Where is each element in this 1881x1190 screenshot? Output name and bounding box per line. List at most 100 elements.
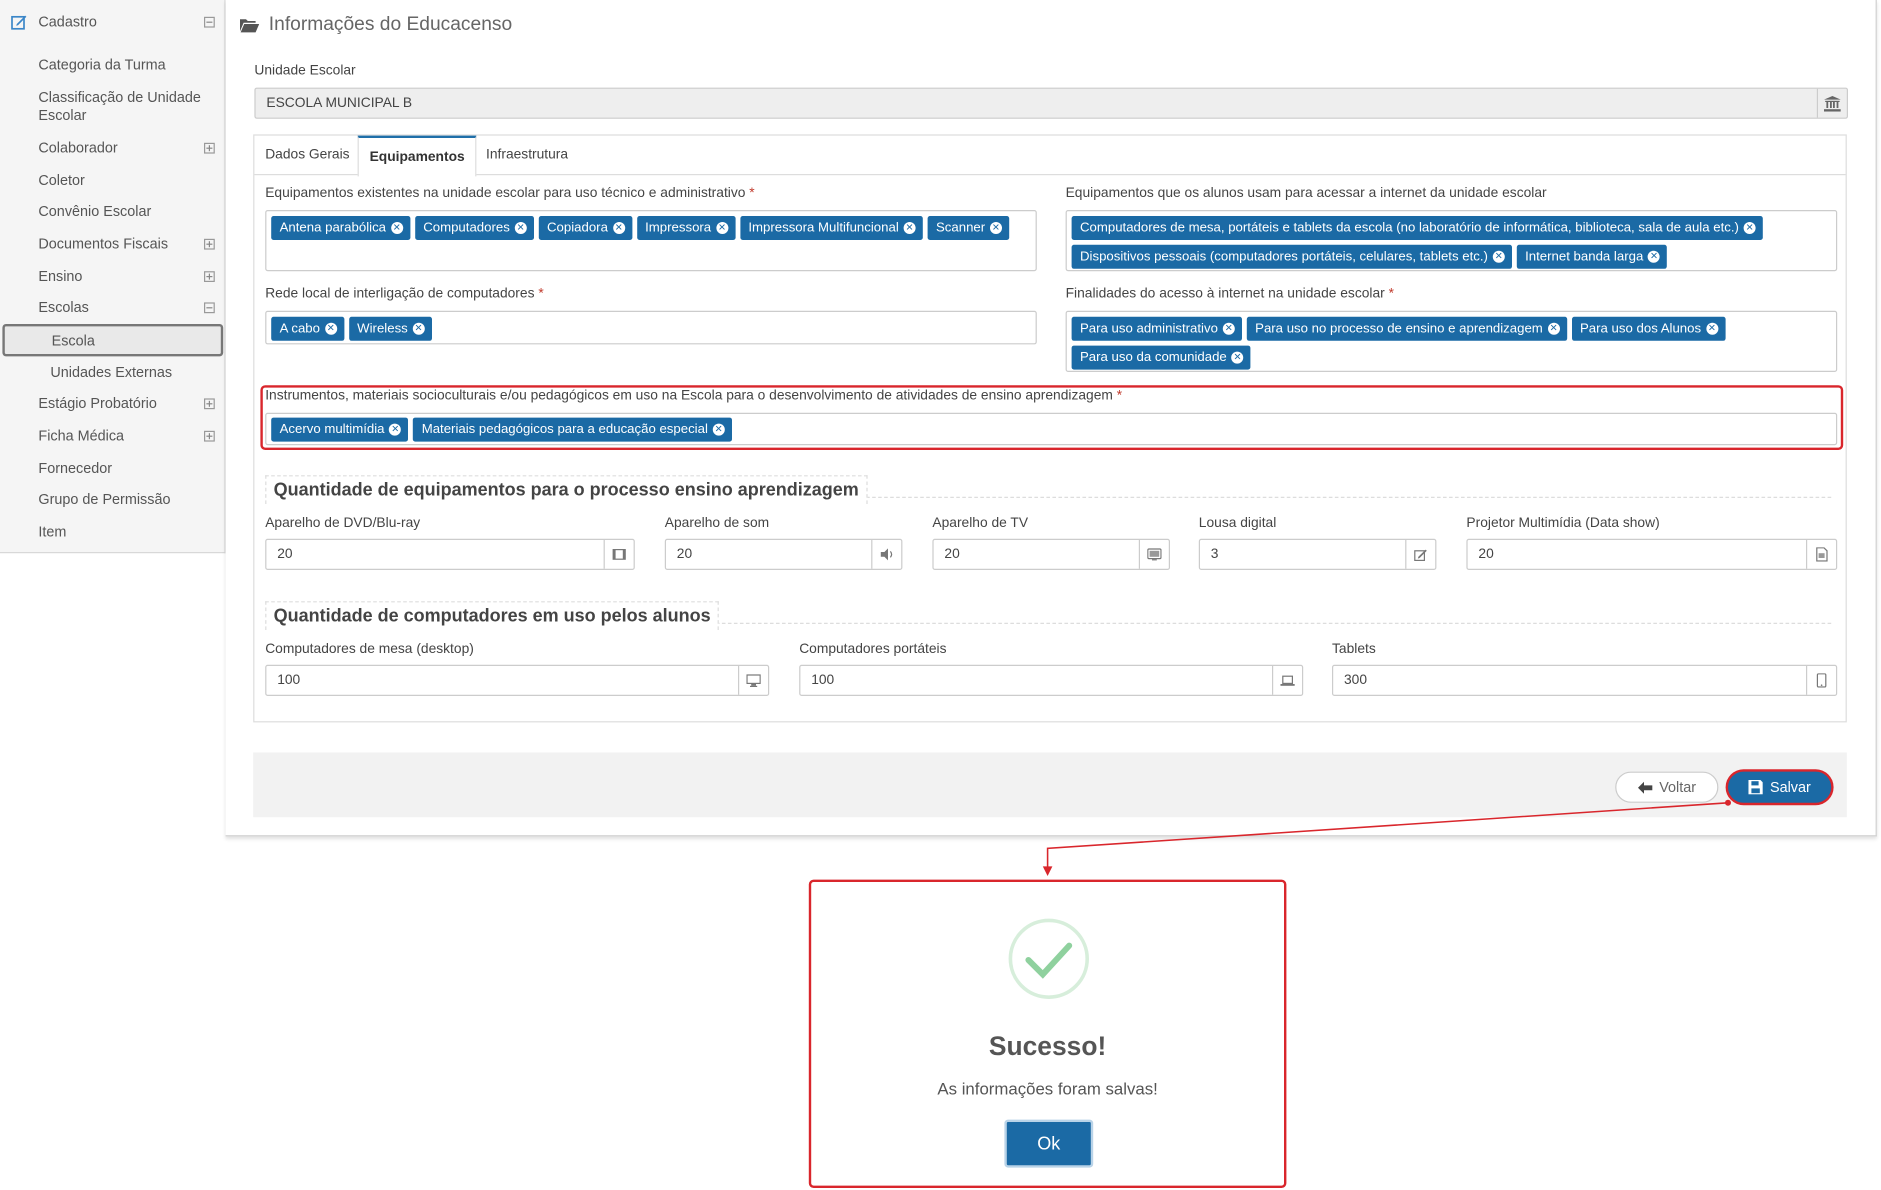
remove-tag-icon[interactable]: ✕	[612, 222, 625, 235]
collapse-icon[interactable]	[204, 16, 215, 28]
desktop-icon	[738, 666, 768, 695]
finalidades-select[interactable]: Para uso administrativo ✕ Para uso no proc…	[1065, 310, 1838, 372]
voltar-button[interactable]: Voltar	[1615, 771, 1719, 803]
selected-tag: Scanner ✕	[927, 216, 1010, 241]
quantity-field-label: Computadores portáteis	[799, 642, 947, 657]
tag-label: Scanner	[935, 220, 986, 236]
quantity-input[interactable]: 20	[932, 538, 1170, 570]
equip-alunos-tags: Computadores de mesa, portáteis e tablet…	[1071, 216, 1832, 269]
quantity-input[interactable]: 20	[1466, 538, 1838, 570]
quantity-value: 20	[944, 547, 960, 562]
sidebar: Cadastro Categoria da Turma Classificaçã…	[0, 0, 226, 554]
remove-tag-icon[interactable]: ✕	[903, 222, 916, 235]
remove-tag-icon[interactable]: ✕	[390, 222, 403, 235]
rede-local-select[interactable]: A cabo ✕ Wireless ✕	[265, 310, 1037, 345]
expand-icon[interactable]	[204, 430, 215, 442]
remove-tag-icon[interactable]: ✕	[1705, 322, 1718, 335]
tag-label: Computadores de mesa, portáteis e tablet…	[1080, 220, 1739, 236]
sidebar-header-cadastro[interactable]: Cadastro	[0, 5, 224, 39]
selected-tag: Acervo multimídia ✕	[271, 417, 409, 442]
tab-equipamentos[interactable]: Equipamentos	[357, 135, 477, 177]
quantity-field-label: Tablets	[1332, 642, 1376, 657]
quantity-field-label: Computadores de mesa (desktop)	[265, 642, 474, 657]
tag-label: Antena parabólica	[279, 220, 387, 236]
volume-icon	[871, 540, 901, 569]
sidebar-header-label: Cadastro	[38, 13, 97, 31]
remove-tag-icon[interactable]: ✕	[1492, 250, 1505, 263]
remove-tag-icon[interactable]: ✕	[514, 222, 527, 235]
equip-admin-tags: Antena parabólica ✕ Computadores ✕ Copiadora…	[271, 216, 1031, 241]
remove-tag-icon[interactable]: ✕	[389, 423, 402, 436]
expand-icon[interactable]	[204, 271, 215, 282]
remove-tag-icon[interactable]: ✕	[1743, 222, 1756, 235]
edit-icon	[11, 15, 27, 30]
equip-alunos-select[interactable]: Computadores de mesa, portáteis e tablet…	[1065, 210, 1838, 272]
tablet-icon	[1806, 666, 1836, 695]
remove-tag-icon[interactable]: ✕	[712, 423, 725, 436]
selected-tag: Para uso da comunidade ✕	[1071, 345, 1251, 370]
sidebar-item-escola[interactable]: Escola	[2, 324, 224, 357]
tab-infraestrutura[interactable]: Infraestrutura	[475, 136, 579, 176]
quantity-input[interactable]: 3	[1198, 538, 1437, 570]
success-modal: Sucesso! As informações foram salvas! Ok	[808, 879, 1287, 1188]
quantity-field-label: Aparelho de DVD/Blu-ray	[265, 516, 421, 531]
remove-tag-icon[interactable]: ✕	[715, 222, 728, 235]
remove-tag-icon[interactable]: ✕	[1648, 250, 1661, 263]
quantity-field-label: Projetor Multimídia (Data show)	[1466, 516, 1660, 531]
remove-tag-icon[interactable]: ✕	[1222, 322, 1235, 335]
unidade-escolar-label: Unidade Escolar	[254, 63, 356, 78]
remove-tag-icon[interactable]: ✕	[1547, 322, 1560, 335]
tab-bar: Dados Gerais Equipamentos Infraestrutura	[254, 135, 1846, 177]
remove-tag-icon[interactable]: ✕	[989, 222, 1002, 235]
selected-tag: Para uso dos Alunos ✕	[1571, 316, 1726, 341]
quantity-input[interactable]: 20	[664, 538, 903, 570]
sidebar-item-label: Unidades Externas	[50, 363, 173, 381]
quantity-input[interactable]: 20	[265, 538, 635, 570]
tag-label: Internet banda larga	[1525, 249, 1644, 264]
expand-icon[interactable]	[204, 238, 215, 250]
tag-label: Materiais pedagógicos para a educação es…	[421, 422, 708, 437]
instrumentos-tags: Acervo multimídia ✕ Materiais pedagógicos …	[271, 417, 1831, 442]
finalidades-label: Finalidades do acesso à internet na unid…	[1066, 287, 1394, 301]
selected-tag: Copiadora ✕	[538, 216, 632, 241]
laptop-icon	[1272, 666, 1302, 695]
main-panel: Informações do Educacenso Unidade Escola…	[225, 0, 1877, 837]
equip-admin-select[interactable]: Antena parabólica ✕ Computadores ✕ Copiadora…	[265, 210, 1037, 272]
rede-local-tags: A cabo ✕ Wireless ✕	[271, 316, 1031, 341]
finalidades-label-text: Finalidades do acesso à internet na unid…	[1065, 286, 1385, 302]
collapse-icon[interactable]	[204, 302, 215, 314]
form-footer	[253, 752, 1847, 818]
tab-dados-gerais[interactable]: Dados Gerais	[254, 136, 360, 176]
modal-title: Sucesso!	[988, 1030, 1107, 1061]
page-title: Informações do Educacenso	[240, 14, 512, 36]
tag-label: Para uso no processo de ensino e aprendi…	[1255, 321, 1543, 336]
expand-icon[interactable]	[204, 142, 215, 154]
sidebar-item-label: Fornecedor	[38, 459, 113, 477]
tag-label: Impressora Multifuncional	[748, 220, 899, 236]
quantity-value: 3	[1210, 547, 1219, 562]
salvar-button[interactable]: Salvar	[1728, 771, 1832, 803]
instrumentos-select[interactable]: Acervo multimídia ✕ Materiais pedagógicos …	[265, 412, 1838, 446]
sidebar-item-label: Coletor	[38, 171, 85, 189]
tag-label: Dispositivos pessoais (computadores port…	[1080, 249, 1488, 264]
sidebar-item-label: Ficha Médica	[38, 427, 125, 445]
quantity-input[interactable]: 300	[1332, 664, 1838, 696]
sidebar-item-label: Documentos Fiscais	[38, 235, 169, 253]
remove-tag-icon[interactable]: ✕	[412, 322, 425, 335]
quantity-input[interactable]: 100	[799, 664, 1304, 696]
unidade-escolar-field[interactable]: ESCOLA MUNICIPAL B	[254, 87, 1849, 119]
selected-tag: Impressora ✕	[636, 216, 736, 241]
selected-tag: Computadores ✕	[414, 216, 534, 241]
institution-icon	[1816, 88, 1847, 118]
ok-button[interactable]: Ok	[1004, 1119, 1094, 1168]
remove-tag-icon[interactable]: ✕	[1231, 351, 1244, 364]
selected-tag: Materiais pedagógicos para a educação es…	[413, 417, 732, 442]
quantity-input[interactable]: 100	[265, 664, 770, 696]
arrow-left-icon	[1637, 781, 1652, 794]
quantity-value: 20	[277, 547, 293, 562]
sidebar-item-label: Categoria da Turma	[38, 56, 166, 74]
expand-icon[interactable]	[204, 398, 215, 410]
remove-tag-icon[interactable]: ✕	[324, 322, 337, 335]
sidebar-item-label: Classificação de Unidade Escolar	[38, 88, 201, 124]
film-icon	[603, 540, 634, 569]
